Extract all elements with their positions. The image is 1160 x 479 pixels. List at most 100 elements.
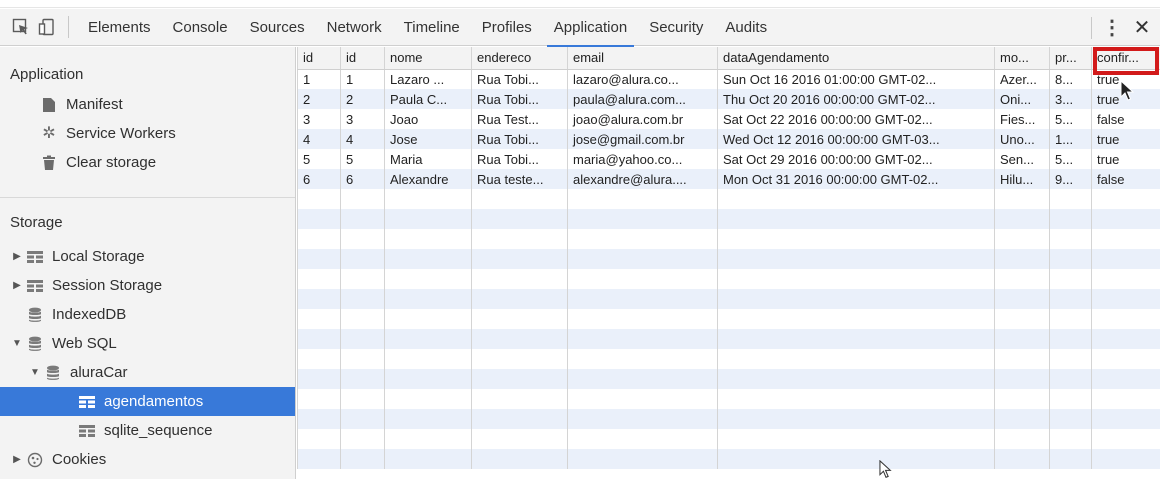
column-header[interactable]: id bbox=[340, 47, 385, 70]
table-cell[interactable]: Fies... bbox=[994, 109, 1050, 129]
table-cell[interactable]: Hilu... bbox=[994, 169, 1050, 189]
table-cell[interactable]: Rua Tobi... bbox=[471, 69, 568, 89]
table-cell[interactable]: 3 bbox=[297, 109, 341, 129]
table-cell[interactable]: joao@alura.com.br bbox=[567, 109, 718, 129]
table-cell[interactable]: false bbox=[1091, 109, 1160, 129]
table-cell[interactable]: 3 bbox=[340, 109, 385, 129]
table-cell[interactable]: 1 bbox=[297, 69, 341, 89]
table-row[interactable]: 2 2 Paula C... Rua Tobi... paula@alura.com..… bbox=[297, 89, 1160, 109]
sidebar-item-clear-storage[interactable]: Clear storage bbox=[0, 148, 295, 177]
tab-sources[interactable]: Sources bbox=[239, 9, 316, 46]
table-cell[interactable]: Rua teste... bbox=[471, 169, 568, 189]
tab-timeline[interactable]: Timeline bbox=[393, 9, 471, 46]
sidebar-item-table-sqlite-sequence[interactable]: sqlite_sequence bbox=[0, 416, 295, 445]
column-header[interactable]: email bbox=[567, 47, 718, 70]
table-cell[interactable]: lazaro@alura.co... bbox=[567, 69, 718, 89]
table-row[interactable]: 4 4 Jose Rua Tobi... jose@gmail.com.br Wed Oc… bbox=[297, 129, 1160, 149]
table-cell[interactable]: alexandre@alura.... bbox=[567, 169, 718, 189]
sidebar-item-session-storage[interactable]: ▶ Session Storage bbox=[0, 271, 295, 300]
table-cell[interactable]: 1... bbox=[1049, 129, 1092, 149]
table-cell[interactable]: Mon Oct 31 2016 00:00:00 GMT-02... bbox=[717, 169, 995, 189]
table-cell[interactable]: Jose bbox=[384, 129, 472, 149]
column-header[interactable]: confir... bbox=[1091, 47, 1160, 70]
sidebar-item-service-workers[interactable]: ✲ Service Workers bbox=[0, 119, 295, 148]
table-cell[interactable]: 6 bbox=[297, 169, 341, 189]
table-row[interactable]: 3 3 Joao Rua Test... joao@alura.com.br Sat Oc… bbox=[297, 109, 1160, 129]
table-cell[interactable]: 5... bbox=[1049, 149, 1092, 169]
table-cell[interactable]: true bbox=[1091, 129, 1160, 149]
sidebar-item-local-storage[interactable]: ▶ Local Storage bbox=[0, 242, 295, 271]
device-icon[interactable] bbox=[34, 14, 60, 40]
table-cell[interactable]: Wed Oct 12 2016 00:00:00 GMT-03... bbox=[717, 129, 995, 149]
expand-arrow-icon[interactable]: ▶ bbox=[10, 445, 24, 474]
inspect-icon[interactable] bbox=[8, 14, 34, 40]
empty-cell bbox=[297, 309, 341, 329]
table-cell[interactable]: paula@alura.com... bbox=[567, 89, 718, 109]
table-cell[interactable]: Azer... bbox=[994, 69, 1050, 89]
table-cell[interactable]: 5... bbox=[1049, 109, 1092, 129]
column-header[interactable]: endereco bbox=[471, 47, 568, 70]
table-cell[interactable]: Alexandre bbox=[384, 169, 472, 189]
sidebar-item-manifest[interactable]: Manifest bbox=[0, 90, 295, 119]
tab-security[interactable]: Security bbox=[638, 9, 714, 46]
table-cell[interactable]: Lazaro ... bbox=[384, 69, 472, 89]
sidebar-item-cookies[interactable]: ▶ Cookies bbox=[0, 445, 295, 474]
table-cell[interactable]: 4 bbox=[340, 129, 385, 149]
table-row[interactable]: 6 6 Alexandre Rua teste... alexandre@alura..… bbox=[297, 169, 1160, 189]
table-cell[interactable]: 4 bbox=[297, 129, 341, 149]
tab-profiles[interactable]: Profiles bbox=[471, 9, 543, 46]
table-cell[interactable]: Sun Oct 16 2016 01:00:00 GMT-02... bbox=[717, 69, 995, 89]
collapse-arrow-icon[interactable]: ▼ bbox=[28, 358, 42, 387]
tab-console[interactable]: Console bbox=[162, 9, 239, 46]
table-cell[interactable]: maria@yahoo.co... bbox=[567, 149, 718, 169]
table-cell[interactable]: Rua Test... bbox=[471, 109, 568, 129]
sidebar-item-web-sql[interactable]: ▼ Web SQL bbox=[0, 329, 295, 358]
table-row[interactable]: 1 1 Lazaro ... Rua Tobi... lazaro@alura.co..… bbox=[297, 69, 1160, 89]
table-cell[interactable]: Rua Tobi... bbox=[471, 129, 568, 149]
column-header[interactable]: dataAgendamento bbox=[717, 47, 995, 70]
table-cell[interactable]: 3... bbox=[1049, 89, 1092, 109]
table-cell[interactable]: 5 bbox=[297, 149, 341, 169]
column-header[interactable]: mo... bbox=[994, 47, 1050, 70]
tab-application[interactable]: Application bbox=[543, 9, 638, 47]
sidebar-item-database-aluracar[interactable]: ▼ aluraCar bbox=[0, 358, 295, 387]
table-cell[interactable]: true bbox=[1091, 149, 1160, 169]
table-cell[interactable]: Sen... bbox=[994, 149, 1050, 169]
empty-row bbox=[297, 409, 1160, 429]
table-cell[interactable]: false bbox=[1091, 169, 1160, 189]
collapse-arrow-icon[interactable]: ▼ bbox=[10, 329, 24, 358]
table-cell[interactable]: 2 bbox=[340, 89, 385, 109]
table-cell[interactable]: Oni... bbox=[994, 89, 1050, 109]
table-cell[interactable]: Paula C... bbox=[384, 89, 472, 109]
table-cell[interactable]: Joao bbox=[384, 109, 472, 129]
table-cell[interactable]: 5 bbox=[340, 149, 385, 169]
table-row[interactable]: 5 5 Maria Rua Tobi... maria@yahoo.co... Sat O… bbox=[297, 149, 1160, 169]
table-cell[interactable]: 8... bbox=[1049, 69, 1092, 89]
tab-audits[interactable]: Audits bbox=[714, 9, 778, 46]
tab-network[interactable]: Network bbox=[316, 9, 393, 46]
empty-cell bbox=[717, 249, 995, 269]
column-header[interactable]: nome bbox=[384, 47, 472, 70]
table-cell[interactable]: Sat Oct 29 2016 00:00:00 GMT-02... bbox=[717, 149, 995, 169]
close-icon[interactable]: ✕ bbox=[1124, 15, 1160, 40]
table-cell[interactable]: jose@gmail.com.br bbox=[567, 129, 718, 149]
expand-arrow-icon[interactable]: ▶ bbox=[10, 242, 24, 271]
table-cell[interactable]: Rua Tobi... bbox=[471, 149, 568, 169]
kebab-icon[interactable]: ⋮ bbox=[1100, 18, 1124, 38]
tab-elements[interactable]: Elements bbox=[77, 9, 162, 46]
table-cell[interactable]: 2 bbox=[297, 89, 341, 109]
table-cell[interactable]: Uno... bbox=[994, 129, 1050, 149]
table-cell[interactable]: 6 bbox=[340, 169, 385, 189]
expand-arrow-icon[interactable]: ▶ bbox=[10, 271, 24, 300]
table-cell[interactable]: 1 bbox=[340, 69, 385, 89]
table-cell[interactable]: Maria bbox=[384, 149, 472, 169]
column-header[interactable]: pr... bbox=[1049, 47, 1092, 70]
column-header[interactable]: id bbox=[297, 47, 341, 70]
sidebar-item-table-agendamentos[interactable]: agendamentos bbox=[0, 387, 295, 416]
table-cell[interactable]: 9... bbox=[1049, 169, 1092, 189]
table-cell[interactable]: Rua Tobi... bbox=[471, 89, 568, 109]
table-cell[interactable]: Thu Oct 20 2016 00:00:00 GMT-02... bbox=[717, 89, 995, 109]
empty-cell bbox=[1049, 369, 1092, 389]
sidebar-item-indexeddb[interactable]: IndexedDB bbox=[0, 300, 295, 329]
table-cell[interactable]: Sat Oct 22 2016 00:00:00 GMT-02... bbox=[717, 109, 995, 129]
